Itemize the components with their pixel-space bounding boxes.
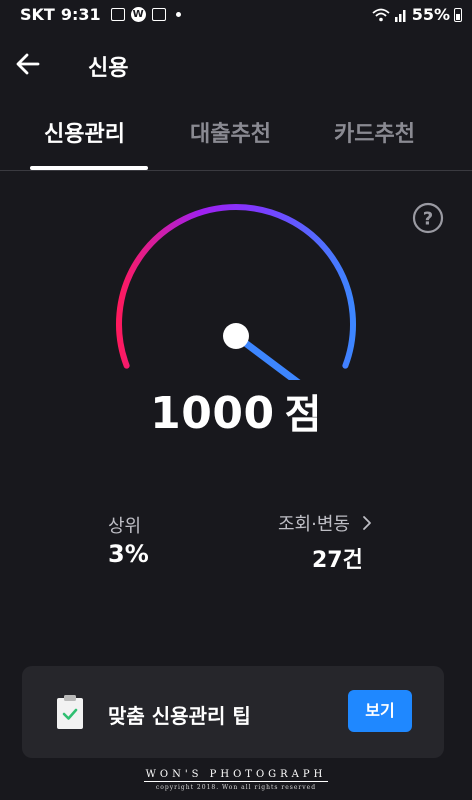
active-tab-indicator — [30, 166, 148, 170]
inquiry-label: 조회·변동 — [278, 514, 350, 535]
tab-bar: 신용관리 대출추천 카드추천 — [0, 100, 472, 171]
tab-loan-recommendation[interactable]: 대출추천 — [190, 116, 271, 148]
score-unit: 점 — [284, 392, 322, 438]
status-bar: SKT 9:31 W 55% — [0, 0, 472, 30]
page-title: 신용 — [88, 56, 129, 81]
app-notification-icon: W — [130, 7, 146, 22]
arrow-left-icon[interactable] — [12, 48, 44, 80]
tab-credit-management[interactable]: 신용관리 — [44, 116, 125, 148]
help-icon[interactable]: ? — [412, 202, 444, 234]
gauge-hub — [223, 323, 249, 349]
chevron-right-icon — [363, 516, 371, 530]
app-header: 신용 — [0, 40, 472, 90]
credit-tip-card[interactable]: 맞춤 신용관리 팁 보기 — [22, 666, 444, 758]
carrier-label: SKT — [20, 5, 55, 24]
gallery-notification-icon — [110, 8, 125, 21]
watermark-title: WON'S PHOTOGRAPH — [143, 769, 329, 782]
tab-card-recommendation[interactable]: 카드추천 — [334, 116, 415, 148]
score-value: 1000 — [150, 388, 275, 439]
signal-icon — [394, 9, 406, 22]
clipboard-check-icon — [57, 695, 83, 729]
clock: 9:31 — [60, 5, 101, 24]
calendar-notification-icon — [151, 8, 166, 21]
battery-percent: 55% — [411, 5, 450, 24]
more-notifications-icon — [175, 12, 181, 17]
battery-icon — [454, 7, 462, 22]
inquiry-value: 27건 — [312, 548, 363, 573]
svg-text:?: ? — [423, 209, 433, 230]
inquiry-change-link[interactable]: 조회·변동 — [278, 510, 376, 536]
status-left: SKT 9:31 W — [20, 5, 181, 24]
rank-value: 3% — [108, 540, 149, 568]
wifi-icon — [372, 8, 390, 21]
credit-score-gauge — [116, 204, 356, 380]
watermark: WON'S PHOTOGRAPH copyright 2018. Won all… — [0, 762, 472, 791]
credit-score: 1000 점 — [0, 382, 472, 440]
tip-text: 맞춤 신용관리 팁 — [108, 704, 251, 728]
status-right: 55% — [372, 5, 462, 24]
rank-label: 상위 — [108, 516, 142, 537]
view-button[interactable]: 보기 — [348, 690, 412, 732]
watermark-subtitle: copyright 2018. Won all rights reserved — [155, 784, 317, 791]
